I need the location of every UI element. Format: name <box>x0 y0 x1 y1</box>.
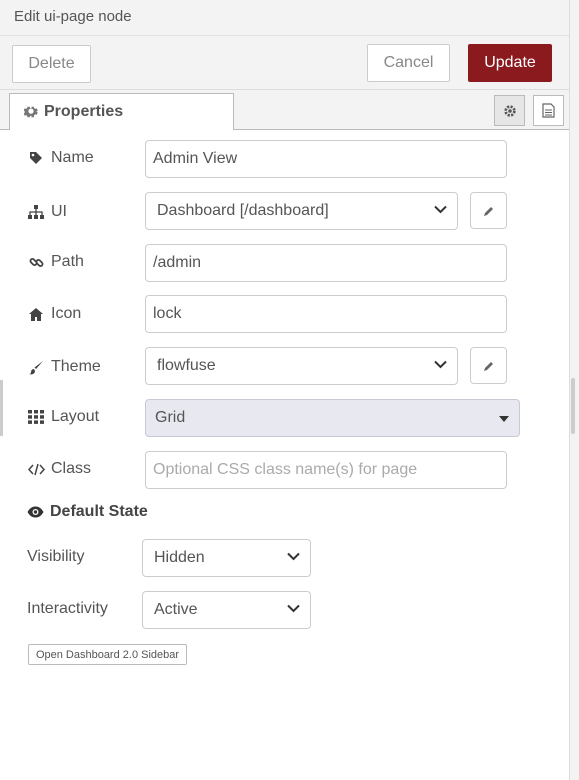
theme-label-group: Theme <box>27 358 101 376</box>
tab-properties-label: Properties <box>44 103 124 120</box>
gear-icon <box>503 104 516 117</box>
name-row: Name Admin View <box>0 140 569 178</box>
visibility-select-value: Hidden <box>154 549 205 566</box>
icon-label-group: Icon <box>27 305 81 323</box>
path-label: Path <box>51 253 84 270</box>
description-tab-button[interactable] <box>533 95 564 126</box>
visibility-label: Visibility <box>27 548 85 565</box>
pencil-icon <box>483 361 493 371</box>
link-icon <box>27 254 45 270</box>
interactivity-select-value: Active <box>154 601 198 618</box>
delete-button[interactable]: Delete <box>12 45 91 83</box>
update-button[interactable]: Update <box>468 44 552 82</box>
ui-select-value: Dashboard [/dashboard] <box>157 202 329 219</box>
default-state-title: Default State <box>50 503 148 520</box>
icon-label: Icon <box>51 305 82 322</box>
tag-icon <box>27 150 45 166</box>
ui-row: UI Dashboard [/dashboard] <box>0 192 569 230</box>
grid-icon <box>27 409 45 425</box>
left-resize-handle[interactable] <box>0 380 3 436</box>
layout-select[interactable]: Grid <box>145 399 520 437</box>
class-label: Class <box>51 460 92 477</box>
layout-label: Layout <box>51 408 100 425</box>
icon-field[interactable]: lock <box>145 295 507 333</box>
ui-label: UI <box>51 203 67 220</box>
ui-select[interactable]: Dashboard [/dashboard] <box>145 192 458 230</box>
title-bar: Edit ui-page node <box>0 0 569 36</box>
theme-select-value: flowfuse <box>157 357 216 374</box>
theme-row: Theme flowfuse <box>0 347 569 385</box>
gear-icon <box>24 106 38 118</box>
class-field[interactable]: Optional CSS class name(s) for page <box>145 451 507 489</box>
interactivity-select[interactable]: Active <box>142 591 311 629</box>
class-row: Class Optional CSS class name(s) for pag… <box>0 451 569 489</box>
resize-handle[interactable] <box>571 378 575 434</box>
theme-label: Theme <box>51 358 101 375</box>
cancel-button[interactable]: Cancel <box>367 44 450 82</box>
chevron-down-icon <box>287 552 300 561</box>
sitemap-icon <box>27 204 45 220</box>
tab-bar: Properties <box>0 90 569 131</box>
layout-label-group: Layout <box>27 408 99 426</box>
visibility-select[interactable]: Hidden <box>142 539 311 577</box>
layout-select-value: Grid <box>155 409 186 426</box>
path-label-group: Path <box>27 253 84 271</box>
open-sidebar-button[interactable]: Open Dashboard 2.0 Sidebar <box>28 644 187 665</box>
code-icon <box>27 461 45 477</box>
path-row: Path /admin <box>0 244 569 282</box>
chevron-down-icon <box>287 604 300 613</box>
theme-select[interactable]: flowfuse <box>145 347 458 385</box>
chevron-down-icon <box>434 360 447 369</box>
document-icon <box>542 103 555 118</box>
default-state-heading: Default State <box>27 503 148 521</box>
edit-ui-button[interactable] <box>470 192 507 229</box>
settings-tab-button[interactable] <box>494 95 525 126</box>
layout-row: Layout Grid <box>0 399 569 437</box>
name-label: Name <box>51 149 94 166</box>
ui-label-group: UI <box>27 203 67 221</box>
tab-properties[interactable]: Properties <box>9 93 234 131</box>
path-field[interactable]: /admin <box>145 244 507 282</box>
chevron-down-icon <box>434 205 447 214</box>
name-label-group: Name <box>27 149 94 167</box>
edit-theme-button[interactable] <box>470 347 507 384</box>
icon-row: Icon lock <box>0 295 569 333</box>
name-field[interactable]: Admin View <box>145 140 507 178</box>
caret-down-icon <box>499 416 509 422</box>
button-bar: Delete Cancel Update <box>0 36 569 90</box>
eye-icon <box>27 506 44 518</box>
dialog-title: Edit ui-page node <box>14 8 132 25</box>
pencil-icon <box>483 206 493 216</box>
interactivity-label: Interactivity <box>27 600 108 617</box>
paintbrush-icon <box>27 359 45 375</box>
home-icon <box>27 306 45 322</box>
properties-panel: Name Admin View UI Dashboard [/dashboard… <box>0 130 569 780</box>
class-label-group: Class <box>27 460 91 478</box>
